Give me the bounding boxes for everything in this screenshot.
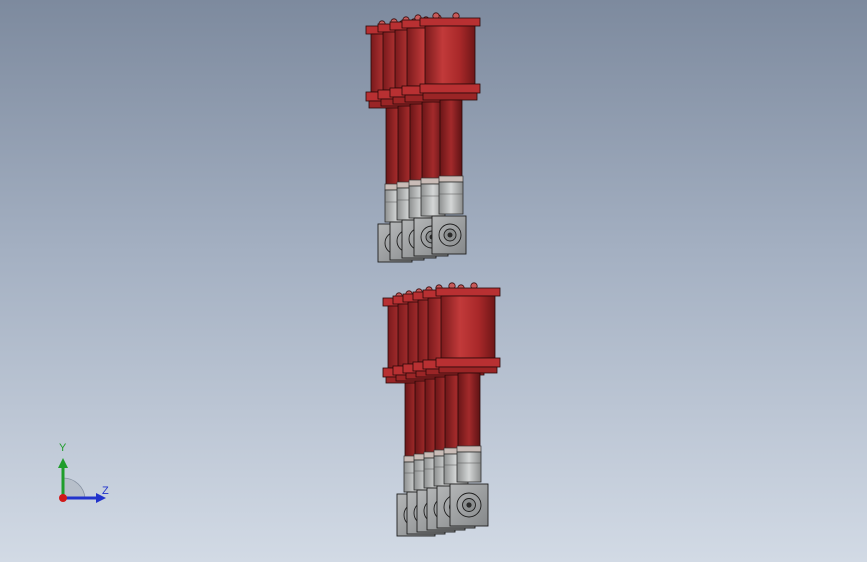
z-axis-label: Z [102, 485, 109, 497]
triad-plane-shading [62, 477, 86, 499]
graphics-viewport[interactable]: Y Z [0, 0, 867, 562]
upper-cylinder-stack[interactable] [365, 12, 481, 263]
x-axis-dot [59, 494, 67, 502]
triad-graphic [58, 458, 106, 503]
lower-cylinder-stack[interactable] [382, 282, 501, 537]
orientation-triad: Y Z [40, 438, 130, 518]
y-axis-arrow [58, 458, 68, 468]
model-view[interactable] [0, 0, 867, 562]
y-axis-label: Y [59, 442, 67, 454]
